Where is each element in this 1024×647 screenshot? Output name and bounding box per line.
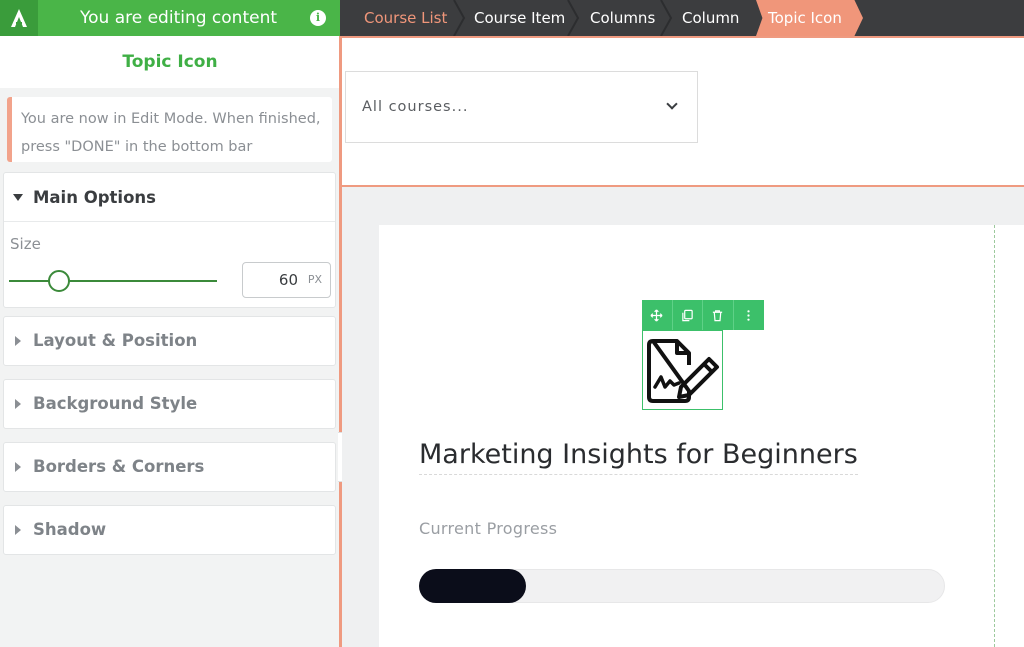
move-icon[interactable] bbox=[642, 300, 673, 330]
canvas-background: Marketing Insights for Beginners Current… bbox=[342, 187, 1024, 647]
caret-right-icon bbox=[15, 525, 21, 535]
progress-label: Current Progress bbox=[419, 519, 558, 538]
caret-right-icon bbox=[15, 462, 21, 472]
breadcrumb: Course List Course Item Columns Column T… bbox=[340, 0, 1024, 36]
breadcrumb-active-label: Topic Icon bbox=[768, 9, 842, 27]
column-guide bbox=[994, 225, 995, 647]
size-input[interactable]: 60 PX bbox=[242, 262, 331, 298]
editor-sidebar: You are editing content i Topic Icon You… bbox=[0, 0, 340, 647]
a-logo-icon[interactable] bbox=[0, 0, 38, 36]
panel-label: Layout & Position bbox=[33, 331, 198, 350]
size-slider-track[interactable] bbox=[9, 280, 217, 282]
breadcrumb-separator-icon bbox=[453, 0, 466, 36]
info-icon[interactable]: i bbox=[310, 10, 326, 26]
element-toolbar bbox=[642, 300, 764, 330]
course-select-value: All courses... bbox=[362, 99, 469, 115]
chevron-down-icon bbox=[666, 98, 678, 110]
panel-title: Topic Icon bbox=[0, 36, 340, 88]
course-select-dropdown[interactable]: All courses... bbox=[345, 71, 698, 143]
breadcrumb-course-item[interactable]: Course Item bbox=[474, 0, 565, 36]
progress-bar-fill bbox=[419, 569, 526, 603]
breadcrumb-course-list[interactable]: Course List bbox=[364, 0, 447, 36]
borders-corners-panel[interactable]: Borders & Corners bbox=[3, 442, 336, 492]
sidebar-header: You are editing content i bbox=[0, 0, 340, 36]
document-signature-icon bbox=[647, 339, 719, 403]
course-filter-section: All courses... bbox=[342, 36, 1024, 187]
course-title: Marketing Insights for Beginners bbox=[419, 439, 858, 475]
progress-bar bbox=[419, 569, 945, 603]
trash-icon[interactable] bbox=[703, 300, 734, 330]
breadcrumb-column[interactable]: Column bbox=[682, 0, 739, 36]
shadow-panel[interactable]: Shadow bbox=[3, 505, 336, 555]
layout-position-panel[interactable]: Layout & Position bbox=[3, 316, 336, 366]
size-slider-handle[interactable] bbox=[48, 270, 70, 292]
size-input-value: 60 bbox=[278, 271, 298, 289]
panel-label: Background Style bbox=[33, 394, 198, 413]
background-style-panel[interactable]: Background Style bbox=[3, 379, 336, 429]
breadcrumb-columns[interactable]: Columns bbox=[590, 0, 655, 36]
main-options-panel: Main Options Size 60 PX bbox=[3, 172, 336, 308]
more-vertical-icon[interactable] bbox=[734, 300, 765, 330]
panel-label: Borders & Corners bbox=[33, 457, 205, 476]
caret-right-icon bbox=[15, 336, 21, 346]
duplicate-icon[interactable] bbox=[673, 300, 703, 330]
editing-status-title: You are editing content bbox=[80, 8, 278, 28]
breadcrumb-topic-icon[interactable]: Topic Icon bbox=[756, 0, 863, 36]
main-options-label: Main Options bbox=[33, 188, 156, 207]
caret-right-icon bbox=[15, 399, 21, 409]
course-card: Marketing Insights for Beginners Current… bbox=[379, 225, 1024, 647]
size-label: Size bbox=[10, 235, 41, 253]
breadcrumb-separator-icon bbox=[567, 0, 580, 36]
topic-icon-element[interactable] bbox=[642, 330, 723, 410]
size-unit: PX bbox=[307, 273, 322, 286]
caret-down-icon bbox=[13, 194, 23, 201]
main-options-header[interactable]: Main Options bbox=[4, 173, 335, 222]
edit-mode-notice: You are now in Edit Mode. When finished,… bbox=[7, 97, 332, 162]
panel-label: Shadow bbox=[33, 520, 107, 539]
breadcrumb-separator-icon bbox=[660, 0, 673, 36]
